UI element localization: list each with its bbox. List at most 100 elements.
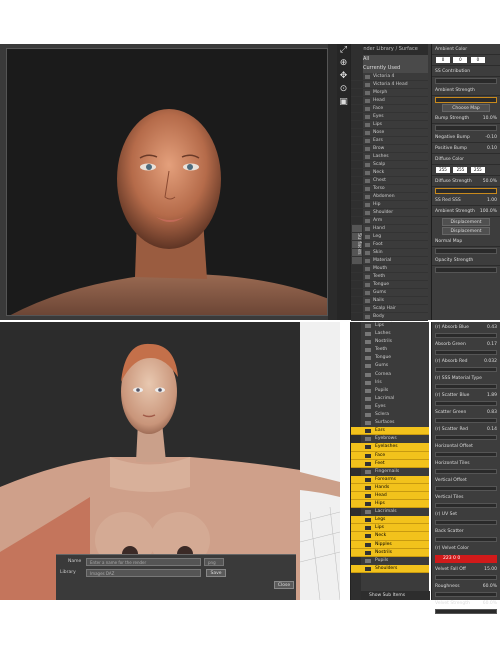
surface-item[interactable]: Fingernails <box>351 468 429 476</box>
library-item[interactable]: Leg <box>351 233 428 241</box>
surface-item[interactable]: Eyelashes <box>351 443 429 452</box>
slider[interactable] <box>435 188 497 194</box>
surface-item[interactable]: Surfaces <box>351 419 429 427</box>
library-item[interactable]: Material <box>351 257 428 265</box>
surface-item[interactable]: Forearms <box>351 475 429 484</box>
slider[interactable] <box>435 333 497 338</box>
name-input[interactable]: Enter a name for the render <box>86 558 201 566</box>
surface-item[interactable]: Pupils <box>351 387 429 395</box>
slider[interactable] <box>435 537 497 542</box>
swatch-r[interactable]: 0 <box>436 56 450 63</box>
viewport-face-closeup[interactable] <box>6 48 328 316</box>
library-item[interactable]: Abdomen <box>351 193 428 201</box>
expand-icon[interactable]: ⤢ <box>337 44 350 57</box>
slider[interactable] <box>435 401 497 406</box>
library-item[interactable]: Body <box>351 313 428 321</box>
slider[interactable] <box>435 435 497 440</box>
slider[interactable] <box>435 469 497 474</box>
property-value[interactable]: 60.0% <box>483 581 497 592</box>
library-item[interactable]: Foot <box>351 241 428 249</box>
surface-item[interactable]: Hands <box>351 483 429 492</box>
library-item[interactable]: Eyes <box>351 113 428 121</box>
surface-item[interactable]: Pupils <box>351 557 429 565</box>
library-item[interactable]: Hand <box>351 225 428 233</box>
orbit-icon[interactable]: ⊙ <box>337 83 350 96</box>
close-button[interactable]: Close <box>274 581 294 589</box>
library-item[interactable]: Lips <box>351 121 428 129</box>
slider[interactable] <box>435 592 497 597</box>
slider[interactable] <box>435 267 497 273</box>
library-item[interactable]: Ears <box>351 137 428 145</box>
show-sub-items-checkbox[interactable]: Show Sub Items <box>361 591 430 600</box>
swatch-g[interactable]: 0 <box>453 56 468 63</box>
surface-item[interactable]: Lashes <box>351 330 429 338</box>
property-value[interactable]: 60.0% <box>483 598 497 609</box>
surface-item[interactable]: Shoulders <box>351 564 429 573</box>
surface-item[interactable]: Iris <box>351 379 429 387</box>
format-select[interactable]: png <box>204 558 224 566</box>
surface-item[interactable]: Feet <box>351 459 429 468</box>
library-item[interactable]: Brow <box>351 145 428 153</box>
viewport-figure-render[interactable]: Name Enter a name for the render png Lib… <box>0 322 300 600</box>
slider[interactable] <box>435 575 497 580</box>
ambient-swatch-row[interactable]: 0 0 0 <box>432 55 500 66</box>
surface-item[interactable]: Tongue <box>351 354 429 362</box>
property-value[interactable]: 0.032 <box>484 356 497 367</box>
slider[interactable] <box>435 350 497 355</box>
displacement-button-2[interactable]: Displacement <box>442 227 490 235</box>
surface-item[interactable]: Cornea <box>351 371 429 379</box>
library-item[interactable]: Gums <box>351 289 428 297</box>
property-value[interactable]: 0.14 <box>487 424 497 435</box>
library-item[interactable]: Nails <box>351 297 428 305</box>
displacement-button[interactable]: Displacement <box>442 218 490 226</box>
surface-item[interactable]: Head <box>351 491 429 501</box>
slider[interactable] <box>435 248 497 254</box>
swatch-g[interactable]: 255 <box>453 166 468 173</box>
slider[interactable] <box>435 384 497 389</box>
library-item[interactable]: Scalp <box>351 161 428 169</box>
zoom-icon[interactable]: ⊕ <box>337 57 350 70</box>
library-item[interactable]: Head <box>351 97 428 105</box>
surface-item[interactable]: Eyes <box>351 403 429 411</box>
surface-item[interactable]: Nostrils <box>351 548 429 557</box>
surface-item[interactable]: Teeth <box>351 346 429 354</box>
library-item[interactable]: Skin <box>351 249 428 257</box>
slider[interactable] <box>435 452 497 457</box>
surface-item[interactable]: Ears <box>351 427 429 436</box>
slider[interactable] <box>435 125 497 131</box>
property-value[interactable]: 0.17 <box>487 339 497 350</box>
property-value[interactable]: 0.43 <box>487 322 497 333</box>
library-item[interactable]: Arm <box>351 217 428 225</box>
slider[interactable] <box>435 418 497 423</box>
library-select[interactable]: Images DAZ <box>86 569 201 577</box>
choose-map-button[interactable]: Choose Map <box>442 104 490 112</box>
library-item[interactable]: Morph <box>351 89 428 97</box>
surface-item[interactable]: Legs <box>351 516 429 525</box>
surface-item[interactable]: Lacrimals <box>351 508 429 516</box>
library-item[interactable]: Nose <box>351 129 428 137</box>
swatch-b[interactable]: 255 <box>470 166 485 173</box>
surface-item[interactable]: Eyebrows <box>351 435 429 443</box>
property-value[interactable]: 1.89 <box>487 390 497 401</box>
library-item[interactable]: Teeth <box>351 273 428 281</box>
frame-icon[interactable]: ▣ <box>337 96 350 109</box>
surface-item[interactable]: Nostrils <box>351 338 429 346</box>
pan-icon[interactable]: ✥ <box>337 70 350 83</box>
library-item[interactable]: Torso <box>351 185 428 193</box>
library-item[interactable]: Tongue <box>351 281 428 289</box>
slider[interactable] <box>435 78 497 84</box>
surface-item[interactable]: Neck <box>351 532 429 541</box>
property-value[interactable]: 15.00 <box>484 564 497 575</box>
library-item[interactable]: Lashes <box>351 153 428 161</box>
surface-item[interactable]: Lips <box>351 524 429 533</box>
swatch-b[interactable]: 0 <box>470 56 485 63</box>
swatch-r[interactable]: 255 <box>436 166 450 173</box>
surface-item[interactable]: Face <box>351 451 429 460</box>
library-item[interactable]: Victoria 4 Head <box>351 81 428 89</box>
library-item[interactable]: Mouth <box>351 265 428 273</box>
surface-item[interactable]: Lips <box>351 322 429 330</box>
surface-item[interactable]: Sclera <box>351 411 429 419</box>
library-item[interactable]: Neck <box>351 169 428 177</box>
library-item[interactable]: Chest <box>351 177 428 185</box>
velvet-color-swatch[interactable]: 223 0 0 <box>435 555 497 563</box>
